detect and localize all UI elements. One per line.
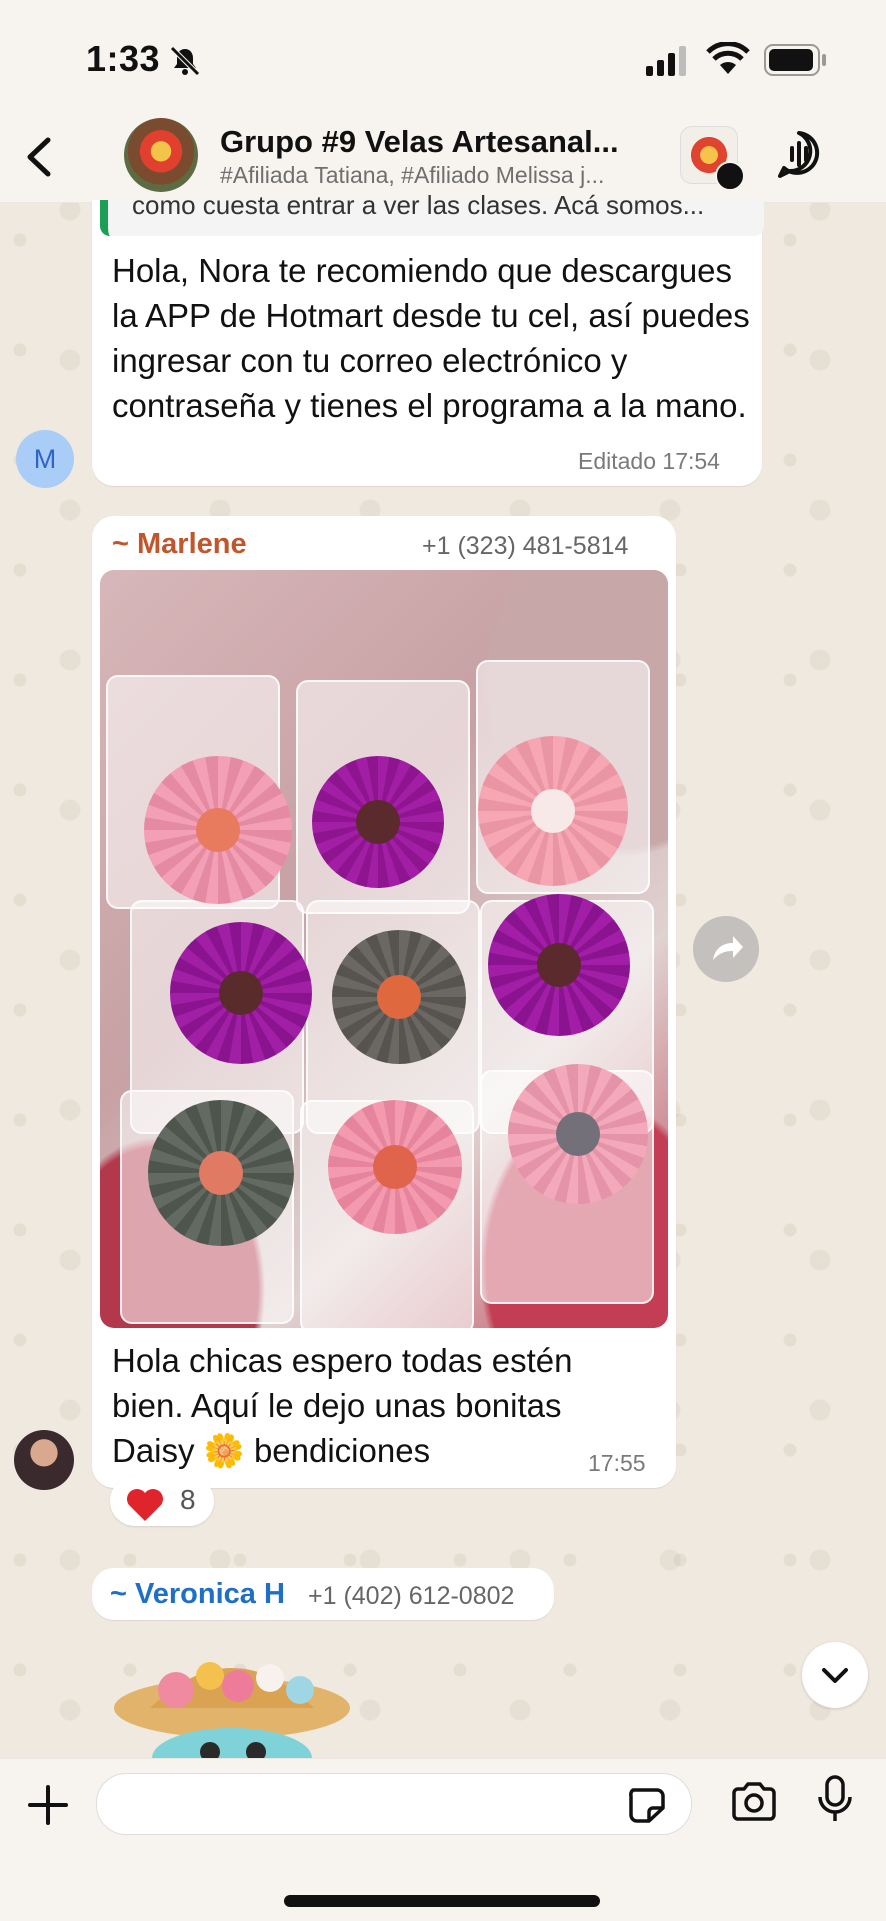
status-bar: 1:33 (0, 0, 886, 118)
sender-avatar[interactable] (14, 1430, 74, 1490)
scroll-to-bottom-button[interactable] (802, 1642, 868, 1708)
battery-icon (764, 44, 826, 76)
daisy-candle (488, 894, 630, 1036)
message-input[interactable] (96, 1773, 692, 1835)
message-bubble[interactable]: ~ Veronica H +1 (402) 612-0802 (92, 1568, 554, 1620)
reaction-pill[interactable]: 8 (110, 1476, 214, 1526)
sender-phone: +1 (323) 481-5814 (422, 532, 629, 560)
voice-chat-icon[interactable] (776, 130, 822, 180)
daisy-candle (170, 922, 312, 1064)
plus-icon[interactable] (26, 1783, 70, 1827)
sender-phone: +1 (402) 612-0802 (308, 1582, 515, 1610)
microphone-icon[interactable] (816, 1775, 854, 1825)
silent-bell-icon (170, 46, 200, 76)
daisy-candle (478, 736, 628, 886)
daisy-candle (332, 930, 466, 1064)
message-text: Hola chicas espero todas estén bien. Aqu… (112, 1342, 573, 1469)
chevron-down-badge-icon (715, 161, 745, 191)
camera-icon[interactable] (730, 1781, 778, 1821)
group-avatar[interactable] (124, 118, 198, 192)
chevron-down-icon (822, 1668, 848, 1683)
message-composer (0, 1758, 886, 1921)
status-time: 1:33 (86, 38, 161, 79)
message-meta: Editado 17:54 (578, 448, 720, 474)
forward-arrow-icon (713, 936, 743, 960)
sticker-image[interactable] (110, 1628, 354, 1758)
back-chevron-icon[interactable] (20, 132, 60, 182)
community-badge[interactable] (680, 126, 745, 191)
quoted-message-preview[interactable]: como cuesta entrar a ver las clases. Acá… (100, 190, 764, 236)
reaction-count: 8 (180, 1484, 196, 1515)
daisy-candle (508, 1064, 648, 1204)
daisy-candle (144, 756, 292, 904)
message-time: 17:55 (588, 1450, 646, 1476)
quoted-text: como cuesta entrar a ver las clases. Acá… (132, 190, 705, 220)
sender-name[interactable]: ~ Veronica H (110, 1578, 285, 1611)
message-bubble[interactable]: Hola, Nora te recomiendo que descargues … (92, 200, 762, 486)
group-members-subtitle[interactable]: #Afiliada Tatiana, #Afiliado Melissa j..… (220, 162, 604, 189)
home-indicator (284, 1895, 600, 1907)
cellular-signal-icon (646, 46, 686, 76)
daisy-candle (148, 1100, 294, 1246)
sender-name[interactable]: ~ Marlene (112, 528, 247, 561)
shared-photo[interactable] (100, 570, 668, 1328)
daisy-candle (312, 756, 444, 888)
message-bubble[interactable]: ~ Marlene +1 (323) 481-5814 Hola chicas … (92, 516, 676, 1488)
message-text: Hola, Nora te recomiendo que descargues … (112, 252, 750, 424)
heart-reaction-icon (126, 1488, 164, 1527)
daisy-candle (328, 1100, 462, 1234)
wifi-icon (706, 42, 750, 74)
sender-avatar[interactable]: M (16, 430, 74, 488)
forward-button[interactable] (693, 916, 759, 982)
sticker-icon[interactable] (627, 1786, 667, 1824)
group-title[interactable]: Grupo #9 Velas Artesanal... (220, 124, 619, 160)
